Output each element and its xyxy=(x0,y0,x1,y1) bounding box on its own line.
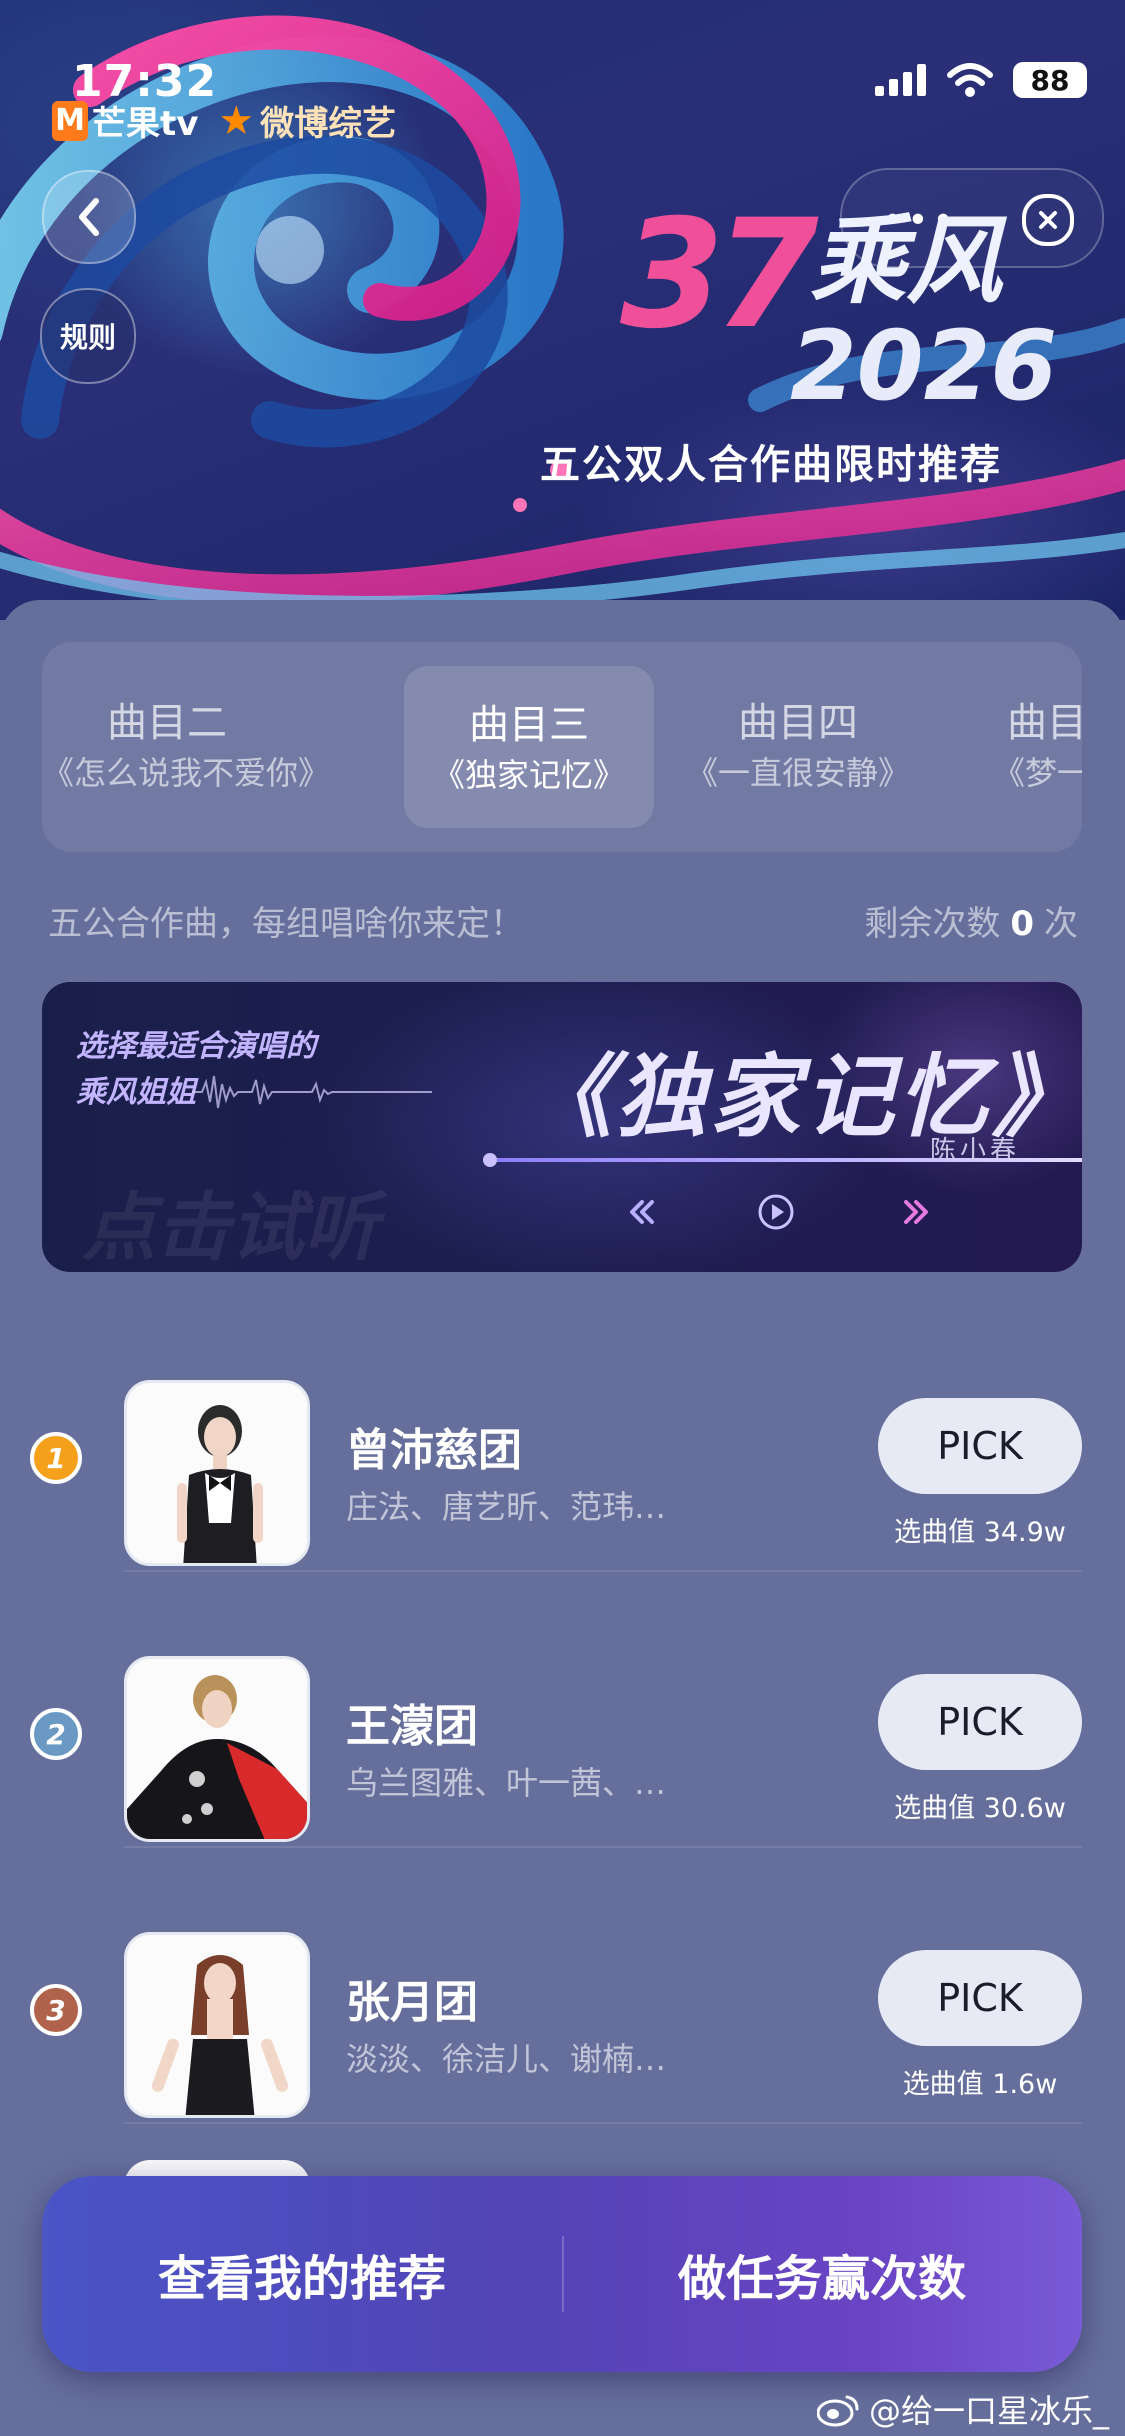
back-button[interactable] xyxy=(42,170,136,264)
content-panel: 曲目二 《怎么说我不爱你》 曲目三 《独家记忆》 曲目四 《一直很安静》 曲目 … xyxy=(0,600,1125,2436)
banner-tryout-text: 点击试听 xyxy=(82,1185,378,1271)
rank-badge: 2 xyxy=(30,1708,82,1760)
watermark: @给一口星冰乐_ xyxy=(816,2386,1109,2432)
group-members: 淡淡、徐洁儿、谢楠… xyxy=(346,2040,667,2078)
waveform-icon xyxy=(192,1075,432,1109)
star-icon: ★ xyxy=(218,97,255,144)
pick-score: 选曲值 1.6w xyxy=(902,2069,1058,2100)
rewind-icon[interactable] xyxy=(622,1192,662,1232)
show-logo-year: 2026 xyxy=(790,310,1058,422)
mango-tv-logo: M 芒果tv xyxy=(52,96,198,145)
fast-forward-icon[interactable] xyxy=(896,1192,936,1232)
show-logo-number: 37 xyxy=(620,188,819,362)
tab-song-2[interactable]: 曲目二 《怎么说我不爱你》 xyxy=(42,642,330,852)
hero-banner: 17:32 88 M 芒果tv ★ 微博综艺 规则 ••• 37 乘风 2026… xyxy=(0,0,1125,620)
my-recommend-button[interactable]: 查看我的推荐 xyxy=(42,2176,562,2372)
wifi-icon xyxy=(947,63,993,97)
tab-song-5[interactable]: 曲目 《梦一 xyxy=(987,642,1082,852)
weibo-variety-logo: ★ 微博综艺 xyxy=(218,97,397,145)
group-name: 王濛团 xyxy=(346,1701,478,1752)
group-name: 曾沛慈团 xyxy=(346,1425,522,1476)
pick-button[interactable]: PICK xyxy=(878,1950,1082,2046)
group-row: 1 曾沛慈团 庄法、唐艺昕、范玮… PICK 选曲值 34.9w xyxy=(0,1334,1125,1610)
rank-badge: 3 xyxy=(30,1984,82,2036)
close-button[interactable] xyxy=(1022,194,1074,246)
pick-score: 选曲值 30.6w xyxy=(894,1793,1066,1824)
song-tabs: 曲目二 《怎么说我不爱你》 曲目三 《独家记忆》 曲目四 《一直很安静》 曲目 … xyxy=(42,642,1082,852)
pick-button[interactable]: PICK xyxy=(878,1674,1082,1770)
signal-icon xyxy=(875,64,926,96)
pick-score: 选曲值 34.9w xyxy=(894,1517,1066,1548)
group-avatar xyxy=(124,1380,310,1566)
progress-handle[interactable] xyxy=(483,1153,497,1167)
hint-row: 五公合作曲，每组唱啥你来定！ 剩余次数 0 次 xyxy=(48,896,1078,945)
row-divider xyxy=(124,1570,1082,1572)
play-icon[interactable] xyxy=(756,1192,796,1232)
battery-icon: 88 xyxy=(1013,62,1087,98)
remaining-count: 剩余次数 0 次 xyxy=(864,904,1078,944)
close-icon xyxy=(1039,211,1057,229)
group-row: 2 王濛团 乌兰图雅、叶一茜、… PICK 选曲值 30.6w xyxy=(0,1610,1125,1886)
bottom-action-bar: 查看我的推荐 做任务赢次数 xyxy=(42,2176,1082,2372)
tab-song-3[interactable]: 曲目三 《独家记忆》 xyxy=(404,666,654,828)
group-name: 张月团 xyxy=(346,1977,478,2028)
hero-subtitle: 五公双人合作曲限时推荐 xyxy=(540,442,1002,488)
audition-banner[interactable]: 选择最适合演唱的 乘风姐姐 《独家记忆》 陈小春 点击试听 xyxy=(42,982,1082,1272)
rules-button[interactable]: 规则 xyxy=(40,288,136,384)
hint-text: 五公合作曲，每组唱啥你来定！ xyxy=(48,904,524,944)
show-logo-title: 乘风 xyxy=(810,205,1002,317)
group-avatar xyxy=(124,1932,310,2118)
audio-progress-bar[interactable] xyxy=(483,1153,1082,1167)
group-row: 3 张月团 淡淡、徐洁儿、谢楠… PICK 选曲值 1.6w xyxy=(0,1886,1125,2162)
weibo-icon xyxy=(816,2395,859,2427)
status-icons: 88 xyxy=(875,62,1087,98)
group-members: 庄法、唐艺昕、范玮… xyxy=(346,1488,667,1526)
sponsor-logos: M 芒果tv ★ 微博综艺 xyxy=(52,96,396,145)
group-members: 乌兰图雅、叶一茜、… xyxy=(346,1764,667,1802)
rank-badge: 1 xyxy=(30,1432,82,1484)
mango-mark-icon: M xyxy=(52,100,88,141)
chevron-left-icon xyxy=(79,198,99,236)
row-divider xyxy=(124,2122,1082,2124)
tab-song-4[interactable]: 曲目四 《一直很安静》 xyxy=(673,642,923,852)
row-divider xyxy=(124,1846,1082,1848)
group-avatar xyxy=(124,1656,310,1842)
task-button[interactable]: 做任务赢次数 xyxy=(562,2176,1082,2372)
pick-button[interactable]: PICK xyxy=(878,1398,1082,1494)
